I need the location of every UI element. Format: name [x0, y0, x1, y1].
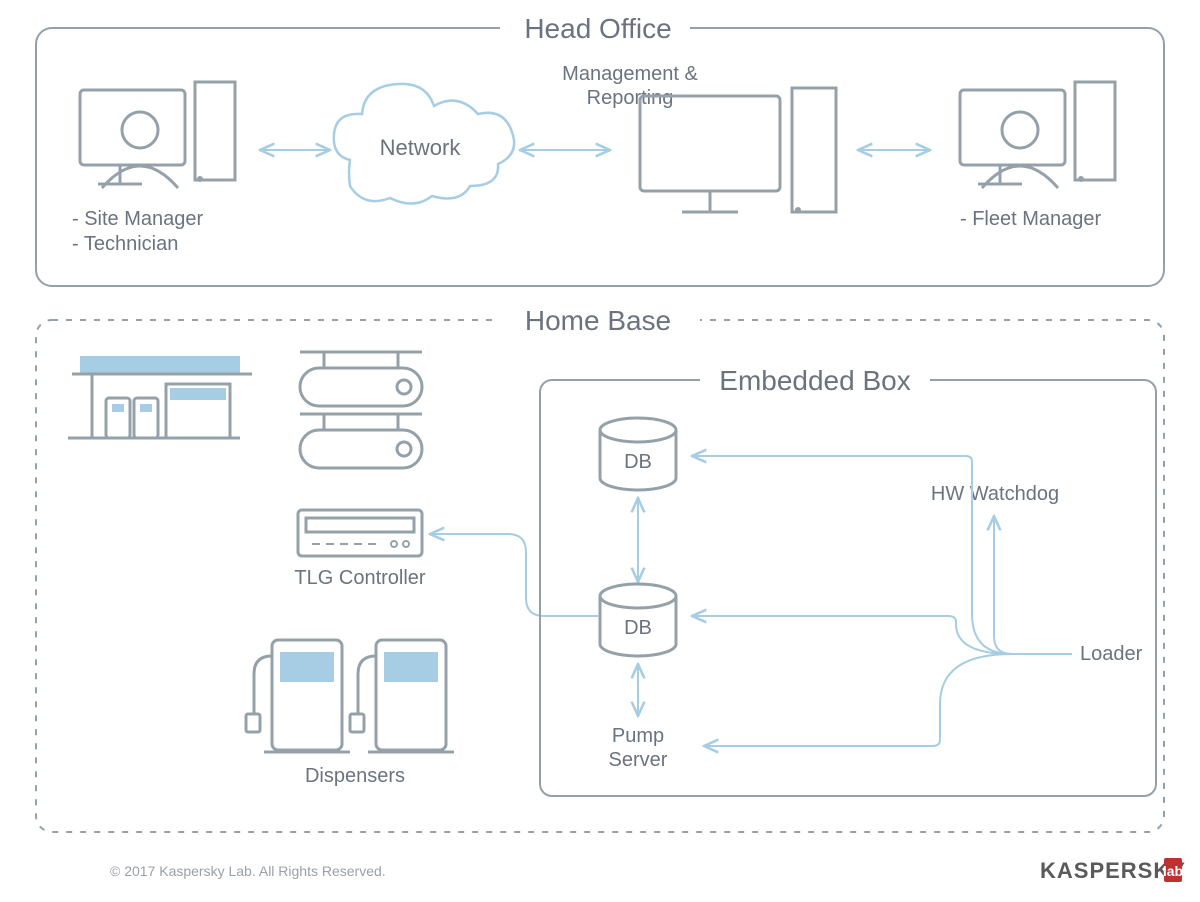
arrow-tlg-db — [430, 534, 598, 616]
embedded-title: Embedded Box — [719, 365, 910, 396]
pump-label-1: Pump — [612, 725, 664, 747]
role-fleet-manager: - Fleet Manager — [960, 208, 1102, 230]
fleet-manager-icon — [960, 82, 1115, 188]
dispensers-label: Dispensers — [305, 765, 405, 787]
svg-text:lab: lab — [1163, 863, 1183, 879]
tanks-icon — [300, 352, 422, 468]
dispensers-icon — [246, 640, 454, 752]
head-office-title: Head Office — [524, 13, 671, 44]
home-base-title: Home Base — [525, 305, 671, 336]
db2-label: DB — [624, 617, 652, 639]
network-label: Network — [380, 135, 462, 160]
role-site-manager: - Site Manager — [72, 208, 204, 230]
pump-label-2: Server — [609, 749, 668, 771]
hw-watchdog-label: HW Watchdog — [931, 483, 1059, 505]
diagram-root: Head Office - Site Manager - Technician … — [0, 0, 1200, 902]
role-technician: - Technician — [72, 233, 178, 255]
mgmt-label-1: Management & — [562, 63, 698, 85]
db1-label: DB — [624, 451, 652, 473]
loader-label: Loader — [1080, 643, 1143, 665]
copyright: © 2017 Kaspersky Lab. All Rights Reserve… — [110, 863, 386, 879]
brand-suffix-icon: lab — [1163, 858, 1183, 882]
arrow-loader-pump — [704, 654, 1072, 746]
gas-station-icon — [68, 356, 252, 438]
arrow-loader-db2 — [692, 616, 1072, 654]
user-workstation-icon — [80, 82, 235, 188]
tlg-label: TLG Controller — [294, 567, 425, 589]
mgmt-label-2: Reporting — [587, 87, 674, 109]
arrow-loader-watchdog — [994, 516, 1072, 654]
tlg-controller-icon — [298, 510, 422, 556]
